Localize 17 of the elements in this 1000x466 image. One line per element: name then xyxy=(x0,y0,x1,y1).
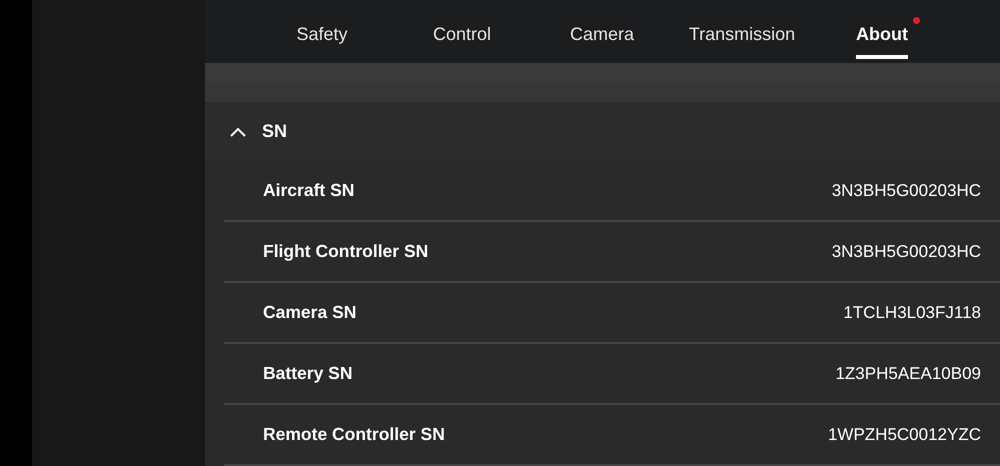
tab[interactable]: Safety xyxy=(252,0,392,63)
serial-number: 1TCLH3L03FJ118 xyxy=(843,302,981,324)
section-title: SN xyxy=(262,120,288,144)
row-label: Flight Controller SN xyxy=(263,240,428,264)
serial-number: 1Z3PH5AEA10B09 xyxy=(835,362,981,385)
row-label: Remote Controller SN xyxy=(263,423,445,446)
row-label: Aircraft SN xyxy=(263,179,354,202)
row-label: Camera SN xyxy=(263,301,356,324)
chevron-up-icon[interactable] xyxy=(229,126,247,138)
serial-number: 1WPZH5C0012YZC xyxy=(828,424,981,446)
serial-number: 3N3BH5G00203HC xyxy=(832,240,981,263)
tab[interactable]: About xyxy=(812,0,952,63)
tab[interactable]: Control xyxy=(392,0,532,63)
tab[interactable]: Transmission xyxy=(672,0,812,63)
row-label: Battery SN xyxy=(263,362,352,386)
serial-number: 3N3BH5G00203HC xyxy=(832,180,981,202)
tab[interactable]: Camera xyxy=(532,0,672,63)
